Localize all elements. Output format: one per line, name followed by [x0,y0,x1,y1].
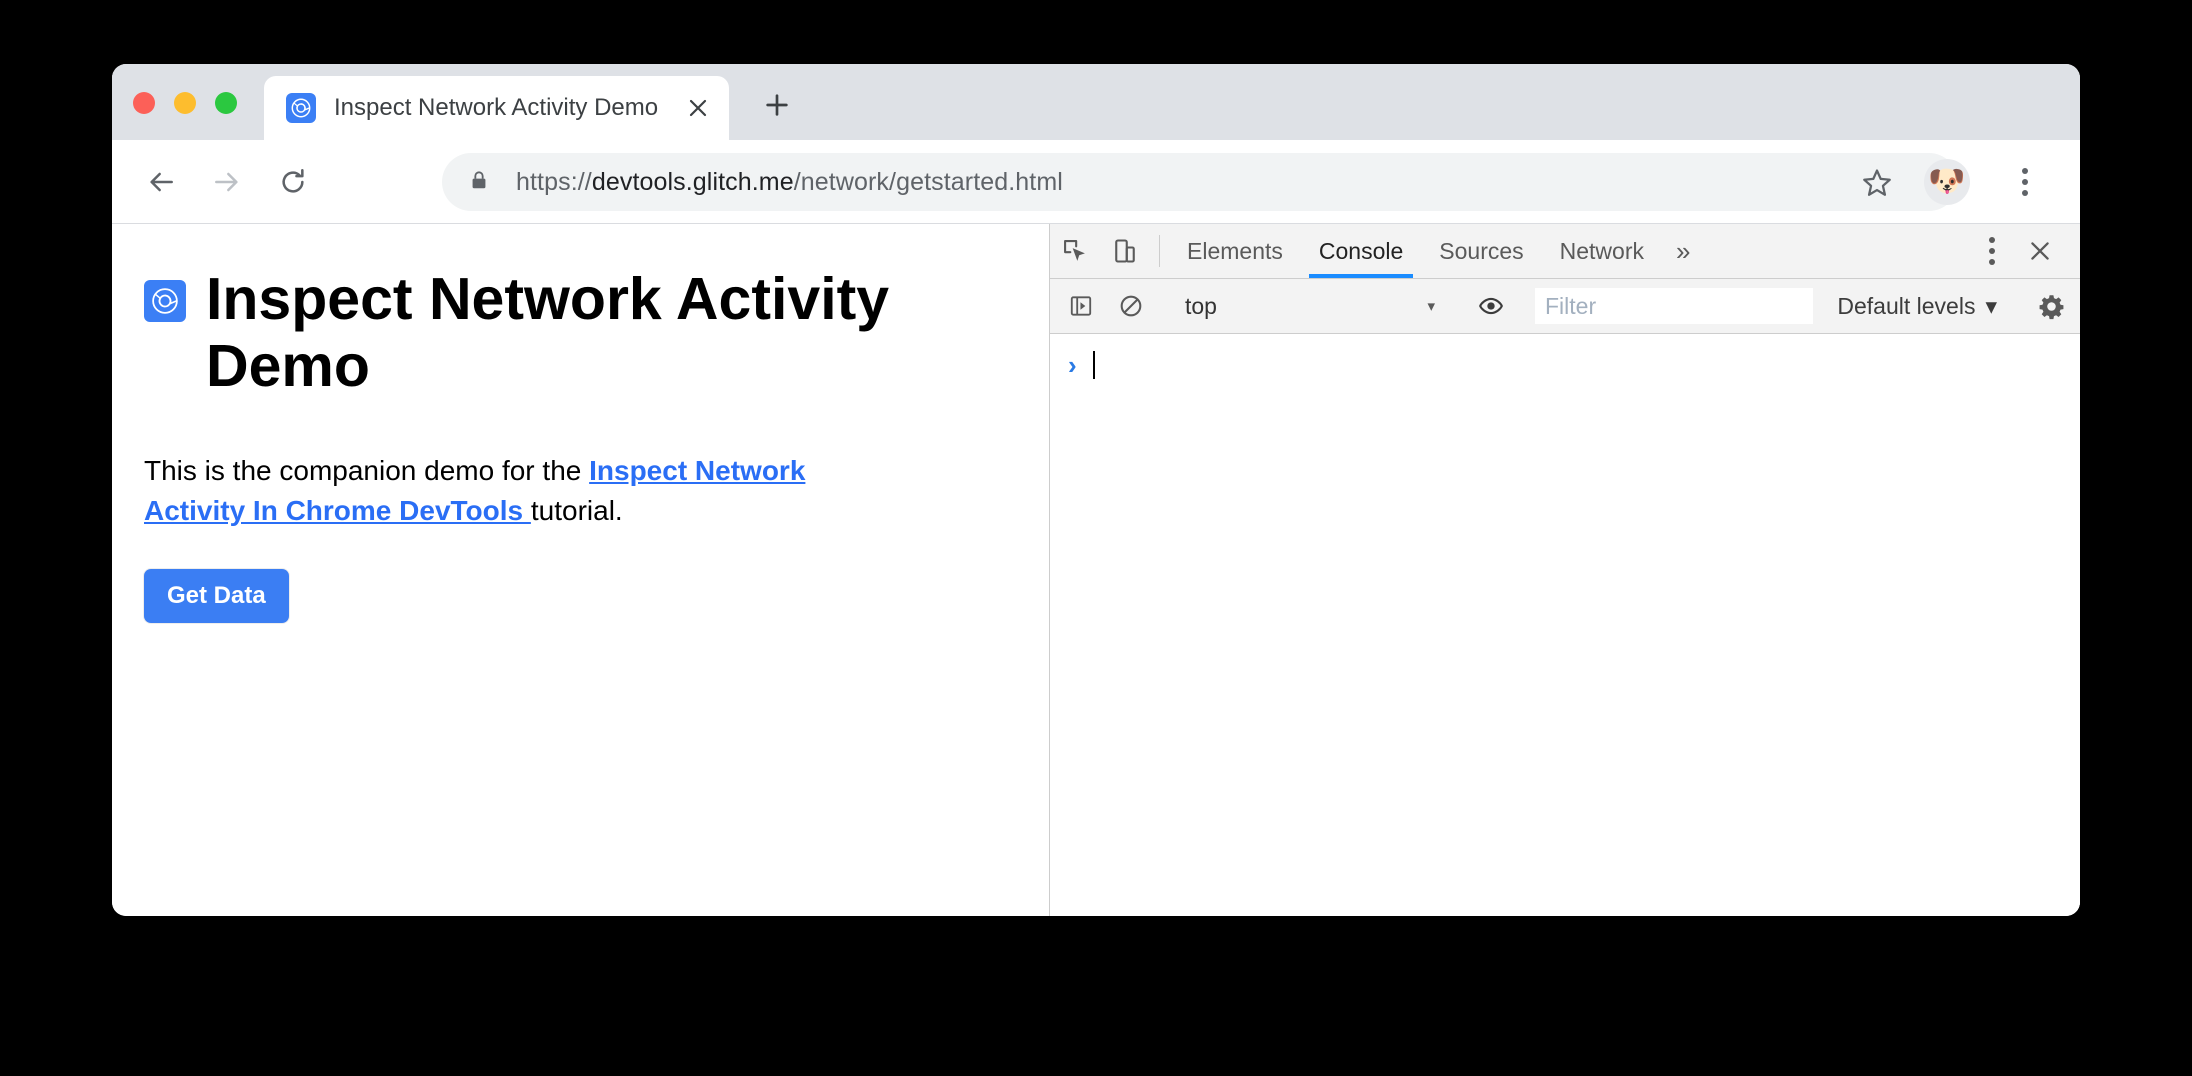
lock-icon [468,169,490,196]
console-sidebar-icon[interactable] [1056,293,1106,319]
url-path: /network/getstarted.html [793,167,1063,196]
reload-icon[interactable] [266,155,320,209]
tab-strip: Inspect Network Activity Demo [112,64,2080,140]
forward-arrow-icon[interactable] [200,155,254,209]
log-levels-dropdown[interactable]: Default levels ▾ [1837,293,2003,320]
live-expression-eye-icon[interactable] [1466,293,1516,319]
description-prefix: This is the companion demo for the [144,455,590,487]
tab-close-icon[interactable] [675,85,721,131]
browser-window: Inspect Network Activity Demo https://de… [112,64,2080,916]
device-toolbar-icon[interactable] [1100,224,1150,278]
clear-console-icon[interactable] [1106,293,1156,319]
page-title-text: Inspect Network Activity Demo [206,266,890,399]
text-cursor [1092,351,1095,379]
menu-dot [1989,248,1995,254]
window-maximize-button[interactable] [215,92,237,114]
get-data-button[interactable]: Get Data [144,568,289,623]
window-minimize-button[interactable] [174,92,196,114]
address-bar-url: https://devtools.glitch.me/network/getst… [516,168,1063,197]
url-scheme: https:// [516,167,592,196]
address-bar[interactable]: https://devtools.glitch.me/network/getst… [442,153,1958,211]
menu-dot [1989,237,1995,243]
window-controls [133,92,237,114]
log-levels-label: Default levels [1837,292,1976,319]
devtools-panel: Elements Console Sources Network » top ▾… [1050,224,2080,916]
page-viewport: Inspect Network Activity Demo This is th… [112,224,1050,916]
page-title: Inspect Network Activity Demo [144,266,984,399]
avatar[interactable]: 🐶 [1924,159,1970,205]
description-suffix: tutorial. [530,495,623,527]
bookmark-star-icon[interactable] [1856,162,1898,204]
screen: Inspect Network Activity Demo https://de… [0,0,2192,1076]
console-prompt-icon: › [1068,350,1077,380]
browser-toolbar: https://devtools.glitch.me/network/getst… [112,140,2080,224]
close-devtools-icon[interactable] [2014,238,2066,264]
menu-dot [2022,179,2028,185]
devtools-tabbar: Elements Console Sources Network » [1050,224,2080,279]
tab-console[interactable]: Console [1301,224,1421,278]
vertical-dots-icon[interactable] [1970,237,2014,265]
console-prompt-row[interactable]: › [1068,348,2080,382]
nav-buttons [134,155,320,209]
window-close-button[interactable] [133,92,155,114]
menu-dot [2022,168,2028,174]
more-tabs-chevron-icon[interactable]: » [1662,224,1704,278]
console-output[interactable]: › [1050,334,2080,916]
menu-dot [2022,190,2028,196]
new-tab-button[interactable] [752,80,802,130]
devtools-tabbar-right [1951,224,2080,278]
three-dot-menu-icon[interactable] [2004,161,2046,203]
toolbar-divider [1159,235,1160,267]
console-filter-input[interactable] [1535,288,1813,324]
execution-context-value: top [1185,292,1217,319]
tab-title: Inspect Network Activity Demo [334,94,659,121]
back-arrow-icon[interactable] [134,155,188,209]
chevron-down-icon: ▾ [1427,298,1435,315]
chrome-devtools-icon [286,93,316,123]
tab-sources[interactable]: Sources [1421,224,1541,278]
avatar-emoji: 🐶 [1928,165,1966,198]
tab-network[interactable]: Network [1542,224,1662,278]
menu-dot [1989,259,1995,265]
chrome-devtools-icon [144,280,186,322]
content-split: Inspect Network Activity Demo This is th… [112,224,2080,916]
execution-context-dropdown[interactable]: top ▾ [1175,293,1447,320]
tab-elements[interactable]: Elements [1169,224,1301,278]
console-toolbar: top ▾ Default levels ▾ [1050,279,2080,334]
chevron-down-icon: ▾ [1985,292,1997,319]
url-host: devtools.glitch.me [591,167,794,196]
page-description: This is the companion demo for the Inspe… [144,451,844,531]
browser-tab[interactable]: Inspect Network Activity Demo [264,76,729,140]
inspect-element-icon[interactable] [1050,224,1100,278]
gear-icon[interactable] [2022,293,2080,320]
